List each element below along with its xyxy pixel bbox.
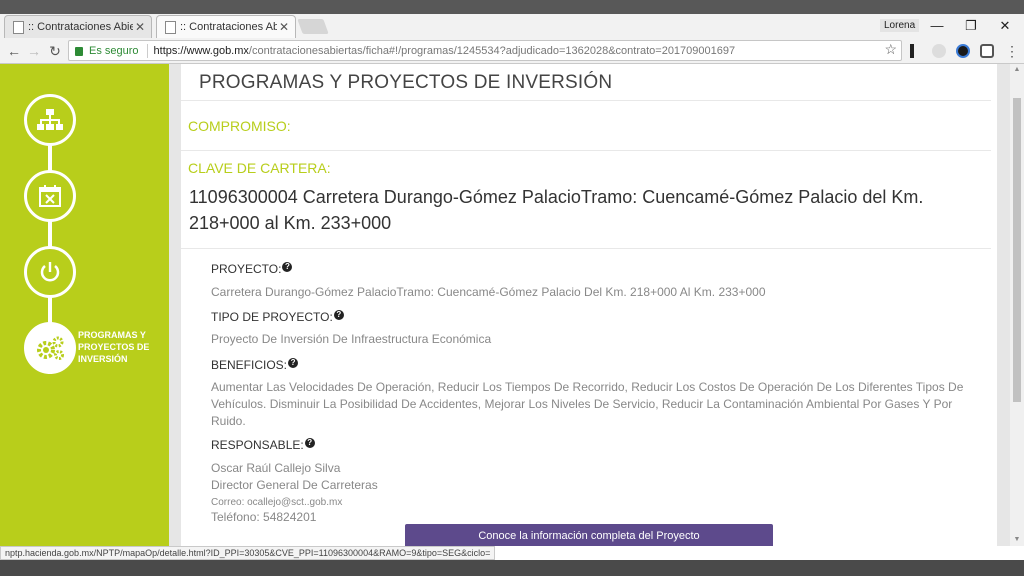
window-bottom-strip (0, 560, 1024, 576)
main-content: PROGRAMAS Y PROYECTOS DE INVERSIÓN COMPR… (181, 64, 997, 546)
close-tab-icon[interactable]: ✕ (133, 20, 147, 34)
url-host: https://www.gob.mx (153, 44, 249, 57)
tipo-proyecto-value: Proyecto De Inversión De Infraestructura… (211, 332, 492, 346)
extension-icon[interactable] (910, 44, 914, 58)
menu-icon[interactable]: ⋮ (1002, 41, 1022, 61)
compromiso-label: COMPROMISO: (188, 118, 291, 134)
tab-title: :: Contrataciones Abiertas (28, 21, 133, 33)
page-title: PROGRAMAS Y PROYECTOS DE INVERSIÓN (199, 72, 613, 93)
beneficios-label: BENEFICIOS:? (211, 358, 299, 372)
profile-button[interactable]: Lorena (880, 19, 920, 32)
address-bar-row: ← → ↻ Es seguro https://www.gob.mx/contr… (0, 38, 1024, 64)
tipo-proyecto-label: TIPO DE PROYECTO:? (211, 310, 344, 324)
scroll-up-icon[interactable]: ▲ (1013, 66, 1021, 74)
close-window-button[interactable]: ✕ (988, 14, 1022, 38)
forward-arrow-icon[interactable]: → (24, 41, 44, 61)
maximize-button[interactable]: ❐ (954, 14, 988, 38)
responsable-name: Oscar Raúl Callejo Silva (211, 461, 341, 475)
help-icon[interactable]: ? (333, 310, 344, 320)
beneficios-value: Aumentar Las Velocidades De Operación, R… (211, 380, 964, 428)
new-tab-button[interactable] (297, 19, 329, 34)
step-org-chart[interactable] (24, 94, 76, 146)
lock-icon (75, 47, 83, 56)
scrollbar-thumb[interactable] (1013, 98, 1021, 402)
tab-title: :: Contrataciones Abiertas (180, 21, 277, 33)
status-bar-url: nptp.hacienda.gob.mx/NPTP/mapaOp/detalle… (0, 546, 496, 560)
extension-icon[interactable] (932, 44, 946, 58)
clave-label: CLAVE DE CARTERA: (188, 160, 331, 176)
responsable-position: Director General De Carreteras (211, 478, 378, 492)
extension-icon[interactable] (956, 44, 970, 58)
org-chart-icon (37, 109, 63, 130)
reload-icon[interactable]: ↻ (45, 41, 65, 61)
url-path: /contratacionesabiertas/ficha#!/programa… (248, 44, 736, 57)
divider (146, 43, 148, 58)
secure-label: Es seguro (89, 44, 139, 57)
pocket-icon[interactable] (980, 44, 994, 58)
page-favicon-icon (165, 20, 176, 34)
proyecto-value: Carretera Durango-Gómez PalacioTramo: Cu… (211, 285, 766, 299)
page-viewport: PROGRAMAS Y PROYECTOS DE INVERSIÓN PROGR… (0, 64, 1024, 546)
divider (181, 150, 991, 151)
calendar-cancel-icon (39, 185, 61, 207)
step-programas-active[interactable] (24, 322, 76, 374)
page-favicon-icon (13, 20, 24, 34)
sidebar: PROGRAMAS Y PROYECTOS DE INVERSIÓN (0, 64, 169, 546)
conoce-proyecto-button[interactable]: Conoce la información completa del Proye… (405, 524, 773, 546)
back-arrow-icon[interactable]: ← (4, 41, 24, 61)
minimize-button[interactable]: — (920, 14, 954, 38)
help-icon[interactable]: ? (304, 438, 315, 448)
active-step-label: PROGRAMAS Y PROYECTOS DE INVERSIÓN (78, 330, 150, 364)
responsable-label: RESPONSABLE:? (211, 438, 315, 452)
close-tab-icon[interactable]: ✕ (277, 20, 291, 34)
window-top-strip (0, 0, 1024, 14)
proyecto-label: PROYECTO:? (211, 262, 293, 276)
browser-tab-1[interactable]: :: Contrataciones Abiertas ✕ (4, 15, 152, 38)
scrollbar[interactable]: ▲ ▼ (1010, 64, 1024, 546)
help-icon[interactable]: ? (282, 262, 293, 272)
divider (181, 100, 991, 101)
tab-bar: :: Contrataciones Abiertas ✕ :: Contrata… (0, 14, 1024, 38)
step-power[interactable] (24, 246, 76, 298)
step-calendar[interactable] (24, 170, 76, 222)
gears-icon (37, 336, 64, 360)
bookmark-star-icon[interactable]: ☆ (884, 41, 897, 58)
url-input[interactable]: Es seguro https://www.gob.mx/contratacio… (68, 40, 902, 61)
scroll-down-icon[interactable]: ▼ (1013, 536, 1021, 544)
divider (181, 248, 991, 249)
browser-tab-2[interactable]: :: Contrataciones Abiertas ✕ (156, 15, 296, 38)
help-icon[interactable]: ? (288, 358, 299, 368)
power-icon (40, 262, 60, 282)
clave-value: 11096300004 Carretera Durango-Gómez Pala… (189, 187, 924, 233)
